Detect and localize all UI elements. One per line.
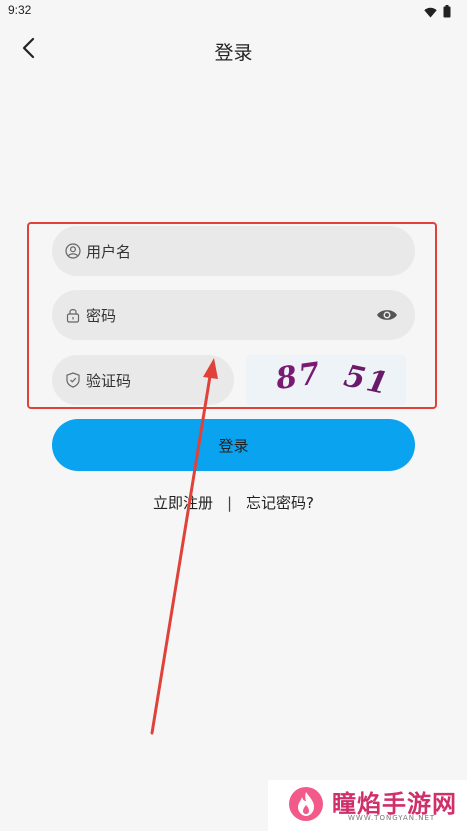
user-icon (65, 243, 81, 259)
annotation-arrow (150, 358, 218, 735)
username-placeholder: 用户名 (86, 242, 132, 261)
page-title: 登录 (214, 42, 253, 64)
watermark-url: WWW.TONGYAN.NET (348, 814, 436, 822)
login-button[interactable]: 登录 (52, 419, 415, 471)
watermark: 瞳焰手游网 WWW.TONGYAN.NET (268, 780, 467, 831)
wifi-icon (424, 3, 437, 22)
eye-icon[interactable] (376, 305, 398, 325)
captcha-image[interactable]: 87 51 (246, 355, 406, 405)
captcha-code-part1: 87 (273, 355, 324, 398)
username-field[interactable]: 用户名 (52, 226, 415, 276)
battery-icon (443, 3, 451, 22)
captcha-placeholder: 验证码 (86, 371, 132, 390)
captcha-code-part2: 51 (340, 358, 393, 403)
status-time: 9:32 (8, 3, 32, 17)
password-placeholder: 密码 (86, 306, 117, 325)
status-bar: 9:32 (0, 0, 467, 22)
password-field[interactable]: 密码 (52, 290, 415, 340)
forgot-password-link[interactable]: 忘记密码? (246, 492, 314, 513)
links-row: 立即注册 | 忘记密码? (0, 492, 467, 513)
captcha-field[interactable]: 验证码 (52, 355, 234, 405)
shield-icon (65, 372, 81, 388)
login-screen: 9:32 登录 用户名 密码 验证码 87 51 登录 立即注册 | 忘记密码?… (0, 0, 467, 831)
nav-bar: 登录 (0, 28, 467, 72)
flame-logo-icon (288, 786, 324, 822)
lock-icon (65, 307, 81, 323)
link-separator: | (226, 493, 233, 512)
status-icons (424, 3, 451, 22)
register-link[interactable]: 立即注册 (153, 492, 213, 513)
